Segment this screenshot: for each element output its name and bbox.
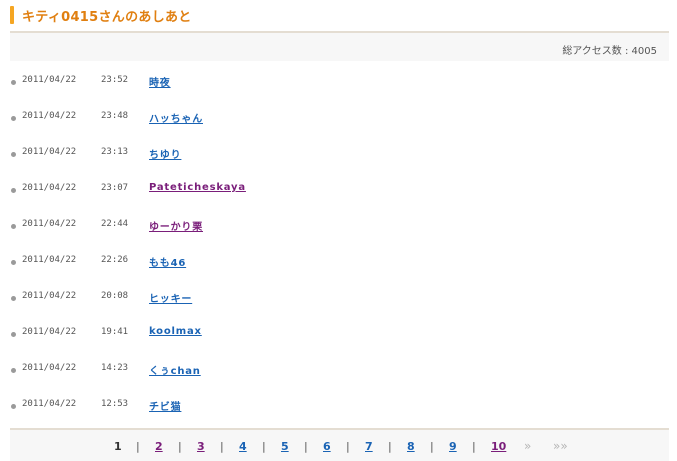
visitor-name-link[interactable]: ヒッキー: [149, 290, 192, 305]
bullet-icon: [11, 152, 16, 157]
visit-time: 20:08: [101, 291, 129, 301]
visitor-name-link[interactable]: ゆーかり栗: [149, 218, 203, 233]
visitor-name-link[interactable]: 時夜: [149, 74, 171, 89]
access-count-box: 総アクセス数 : 4005: [10, 31, 669, 61]
visitor-name-link[interactable]: チビ猫: [149, 398, 181, 413]
visit-time: 12:53: [101, 399, 129, 409]
visit-date: 2011/04/22: [22, 183, 77, 193]
page-link[interactable]: 8: [407, 440, 415, 453]
page-separator: |: [304, 440, 308, 453]
page-link[interactable]: 2: [155, 440, 163, 453]
page-link[interactable]: 6: [323, 440, 331, 453]
last-page-icon[interactable]: »»: [553, 439, 568, 453]
page-link[interactable]: 4: [239, 440, 247, 453]
visit-time: 22:44: [101, 219, 129, 229]
visitor-name-link[interactable]: ちゆり: [149, 146, 181, 161]
visitor-name-link[interactable]: ハッちゃん: [149, 110, 203, 125]
visitor-row: 2011/04/22 23:07 Pateticheskaya: [0, 172, 677, 208]
visit-date: 2011/04/22: [22, 147, 77, 157]
visit-time: 23:07: [101, 183, 129, 193]
page-separator: |: [220, 440, 224, 453]
bullet-icon: [11, 116, 16, 121]
visit-date: 2011/04/22: [22, 291, 77, 301]
visit-time: 23:48: [101, 111, 129, 121]
visit-date: 2011/04/22: [22, 399, 77, 409]
page-link[interactable]: 3: [197, 440, 205, 453]
bullet-icon: [11, 80, 16, 85]
bullet-icon: [11, 404, 16, 409]
page-separator: |: [262, 440, 266, 453]
page-separator: |: [346, 440, 350, 453]
visitor-row: 2011/04/22 12:53 チビ猫: [0, 388, 677, 424]
page-link[interactable]: 10: [491, 440, 506, 453]
bullet-icon: [11, 224, 16, 229]
visitor-row: 2011/04/22 19:41 koolmax: [0, 316, 677, 352]
visitor-row: 2011/04/22 23:13 ちゆり: [0, 136, 677, 172]
page-header: キティ0415さんのあしあと: [10, 5, 192, 25]
visitor-row: 2011/04/22 23:52 時夜: [0, 64, 677, 100]
bullet-icon: [11, 368, 16, 373]
header-accent-bar: [10, 6, 14, 24]
visit-date: 2011/04/22: [22, 75, 77, 85]
access-count: 総アクセス数 : 4005: [562, 46, 657, 57]
visit-date: 2011/04/22: [22, 219, 77, 229]
visit-time: 14:23: [101, 363, 129, 373]
visitor-row: 2011/04/22 22:44 ゆーかり栗: [0, 208, 677, 244]
bullet-icon: [11, 332, 16, 337]
visitor-row: 2011/04/22 14:23 くぅchan: [0, 352, 677, 388]
page-current: 1: [114, 440, 122, 453]
visit-time: 23:13: [101, 147, 129, 157]
visitor-row: 2011/04/22 20:08 ヒッキー: [0, 280, 677, 316]
visitor-name-link[interactable]: Pateticheskaya: [149, 182, 246, 193]
visitor-name-link[interactable]: もも46: [149, 254, 186, 269]
page-separator: |: [388, 440, 392, 453]
page-title: キティ0415さんのあしあと: [22, 9, 192, 25]
visit-date: 2011/04/22: [22, 111, 77, 121]
page-link[interactable]: 9: [449, 440, 457, 453]
pagination: 1 | 2 | 3 | 4 | 5 | 6 | 7 | 8 | 9 | 10»»»: [10, 428, 669, 461]
visitor-name-link[interactable]: くぅchan: [149, 362, 201, 377]
bullet-icon: [11, 260, 16, 265]
page-separator: |: [472, 440, 476, 453]
visit-date: 2011/04/22: [22, 255, 77, 265]
visit-date: 2011/04/22: [22, 327, 77, 337]
visitor-row: 2011/04/22 23:48 ハッちゃん: [0, 100, 677, 136]
visit-time: 23:52: [101, 75, 129, 85]
next-page-icon[interactable]: »: [524, 439, 531, 453]
visit-time: 22:26: [101, 255, 129, 265]
visit-date: 2011/04/22: [22, 363, 77, 373]
page-link[interactable]: 5: [281, 440, 289, 453]
page-separator: |: [178, 440, 182, 453]
page-separator: |: [430, 440, 434, 453]
bullet-icon: [11, 296, 16, 301]
visitor-row: 2011/04/22 22:26 もも46: [0, 244, 677, 280]
page-separator: |: [136, 440, 140, 453]
visitor-name-link[interactable]: koolmax: [149, 326, 202, 337]
visit-time: 19:41: [101, 327, 129, 337]
page-link[interactable]: 7: [365, 440, 373, 453]
bullet-icon: [11, 188, 16, 193]
